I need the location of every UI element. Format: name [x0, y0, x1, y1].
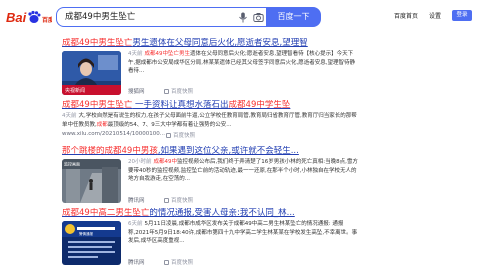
nav-settings[interactable]: 设置	[429, 11, 441, 20]
svg-text:Bai: Bai	[6, 10, 27, 25]
result-thumbnail[interactable]: 警情通报	[62, 221, 121, 265]
result-thumbnail[interactable]: 监控画面	[62, 159, 121, 203]
result-title[interactable]: 成都49中男生坠亡男生遗体在父母同意后火化,愿逝者安息,望理智	[62, 38, 362, 49]
result-url[interactable]: www.xilu.com/20210514/10000100...	[62, 131, 165, 137]
search-box[interactable]: 成都49中男生坠亡	[56, 7, 266, 27]
result-snippet: 20小时前 成都49中监控视频公布后,我们终于弄清楚了16岁男孩小林的死亡真相:当…	[128, 159, 358, 183]
snapshot-link[interactable]: 百度快照	[164, 87, 193, 95]
result-source[interactable]: 搜狐网	[128, 87, 145, 95]
svg-text:监控画面: 监控画面	[64, 161, 80, 167]
snapshot-link[interactable]: 百度快照	[164, 258, 193, 266]
login-button[interactable]: 登录	[452, 10, 472, 21]
svg-text:警情通报: 警情通报	[79, 231, 93, 236]
result-title[interactable]: 那个跳楼的成都49中男孩,如果遇到这位父亲,或许就不会轻生...	[62, 146, 362, 157]
snapshot-icon	[164, 197, 169, 203]
cctv-footage-image: 监控画面	[62, 159, 121, 203]
news-anchor-image: 央视新闻	[62, 51, 121, 95]
microphone-icon[interactable]	[238, 12, 248, 23]
result-source[interactable]: 腾讯网	[128, 258, 145, 266]
result-snippet: 4天前 成都49中坠亡男生遗体在父母同意后火化;愿逝者安息,望理智看待【核心提示】…	[128, 51, 355, 75]
nav-baidu-home[interactable]: 百度首页	[394, 11, 418, 20]
result-title[interactable]: 成都49中男生坠亡 一手资料让真想水落石出成都49中学生坠	[62, 100, 362, 111]
snapshot-icon	[164, 259, 169, 265]
result-source[interactable]: 腾讯网	[128, 196, 145, 204]
snapshot-link[interactable]: 百度快照	[164, 196, 193, 204]
header: Bai 百度 成都49中男生坠亡 百度一下 百度首页 设置 登录	[0, 0, 480, 34]
snapshot-icon	[166, 132, 171, 138]
svg-text:央视新闻: 央视新闻	[65, 87, 85, 94]
search-button[interactable]: 百度一下	[266, 7, 321, 27]
police-notice-image: 警情通报	[62, 221, 121, 265]
result-snippet: 6天前 5月11日凌晨,成都市成华区发布关于成都49中高二男生林某坠亡的情况通报:…	[128, 221, 358, 245]
search-input[interactable]: 成都49中男生坠亡	[65, 11, 225, 24]
svg-text:百度: 百度	[42, 16, 52, 24]
baidu-logo[interactable]: Bai 百度	[6, 9, 52, 25]
snapshot-icon	[164, 88, 169, 94]
result-title[interactable]: 成都49中高二男生坠亡的情况通报,受害人母亲:我不认同_林...	[62, 208, 362, 219]
snapshot-link[interactable]: 百度快照	[166, 131, 195, 139]
camera-icon[interactable]	[253, 12, 264, 23]
result-snippet: 4天前 大,学校自然是有说生的权力,在孩子父母面前牛逼,公立学校任教育局管,教育局…	[62, 113, 357, 128]
result-thumbnail[interactable]: 央视新闻	[62, 51, 121, 95]
